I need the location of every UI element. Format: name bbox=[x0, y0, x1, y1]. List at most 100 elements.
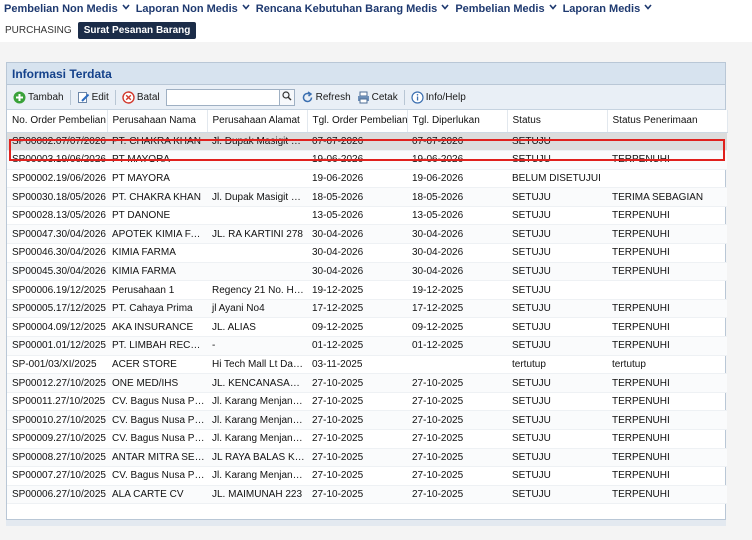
column-header-status[interactable]: Status bbox=[507, 110, 608, 133]
search-button[interactable] bbox=[279, 88, 295, 106]
cell-perusahaan-nama: CV. Bagus Nusa Pers... bbox=[107, 392, 207, 412]
cell-perusahaan-alamat: Jl. Dupak Masigit No... bbox=[207, 187, 307, 207]
cell-tgl-order: 01-12-2025 bbox=[307, 336, 407, 356]
table-row[interactable]: SP00045.30/04/2026 KIMIA FARMA 30-04-2026 3… bbox=[7, 262, 727, 282]
cell-status: SETUJU bbox=[507, 187, 607, 207]
add-label: Tambah bbox=[28, 91, 64, 103]
cell-no-order: SP00003.19/06/2026 bbox=[7, 150, 107, 170]
cell-status-penerimaan: TERPENUHI bbox=[607, 448, 727, 468]
cell-perusahaan-nama: KIMIA FARMA bbox=[107, 262, 207, 282]
menu-laporan-medis[interactable]: Laporan Medis bbox=[563, 3, 652, 15]
cell-tgl-order: 27-10-2025 bbox=[307, 373, 407, 393]
cell-tgl-diperlukan: 27-10-2025 bbox=[407, 466, 507, 486]
table-row[interactable]: SP00006.19/12/2025 Perusahaan 1 Regency 21… bbox=[7, 280, 727, 300]
table-row[interactable]: SP00030.18/05/2026 PT. CHAKRA KHAN Jl. Dup… bbox=[7, 187, 727, 207]
cell-no-order: SP00030.18/05/2026 bbox=[7, 187, 107, 207]
table-row[interactable]: SP00010.27/10/2025 CV. Bagus Nusa Pers...… bbox=[7, 410, 727, 430]
table-row[interactable]: SP00004.09/12/2025 AKA INSURANCE JL. ALIAS… bbox=[7, 317, 727, 338]
table-row[interactable]: SP00005.17/12/2025 PT. Cahaya Prima jl Aya… bbox=[7, 299, 727, 319]
tab-surat-pesanan-barang[interactable]: Surat Pesanan Barang bbox=[77, 21, 197, 39]
table-row[interactable]: SP00046.30/04/2026 KIMIA FARMA 30-04-2026 3… bbox=[7, 243, 727, 263]
cell-status-penerimaan bbox=[607, 280, 727, 300]
edit-button[interactable]: Edit bbox=[77, 91, 109, 104]
table-row[interactable]: SP00002.07/07/2026 PT. CHAKRA KHAN Jl. Dup… bbox=[7, 132, 727, 152]
cancel-button[interactable]: Batal bbox=[122, 90, 160, 104]
cell-perusahaan-alamat: JL. MAIMUNAH 223 bbox=[207, 485, 307, 505]
cell-status-penerimaan: TERPENUHI bbox=[607, 262, 727, 282]
cell-status-penerimaan bbox=[607, 169, 727, 189]
cell-perusahaan-nama: PT. CHAKRA KHAN bbox=[107, 187, 207, 207]
column-header-tgl-diperlukan[interactable]: Tgl. Diperlukan bbox=[407, 110, 508, 133]
cell-no-order: SP00010.27/10/2025 bbox=[7, 410, 107, 430]
print-button[interactable]: Cetak bbox=[357, 91, 398, 104]
column-header-no-order[interactable]: No. Order Pembelian bbox=[7, 110, 108, 133]
add-button[interactable]: Tambah bbox=[13, 91, 64, 104]
table-body: SP00002.07/07/2026 PT. CHAKRA KHAN Jl. Dup… bbox=[7, 132, 727, 505]
column-header-perusahaan-alamat[interactable]: Perusahaan Alamat bbox=[207, 110, 308, 133]
cell-no-order: SP00004.09/12/2025 bbox=[7, 317, 107, 338]
cell-tgl-diperlukan: 18-05-2026 bbox=[407, 187, 507, 207]
table-row[interactable]: SP00009.27/10/2025 CV. Bagus Nusa Pers...… bbox=[7, 429, 727, 449]
breadcrumb-purchasing[interactable]: PURCHASING bbox=[5, 25, 72, 36]
menu-rencana-kebutuhan-barang-medis[interactable]: Rencana Kebutuhan Barang Medis bbox=[256, 3, 449, 15]
cell-status-penerimaan: TERPENUHI bbox=[607, 206, 727, 226]
search-input[interactable] bbox=[165, 88, 280, 106]
table-row[interactable]: SP00047.30/04/2026APOTEK KIMIA FARMAJL. … bbox=[7, 224, 727, 245]
cell-perusahaan-nama: PT MAYORA bbox=[107, 169, 207, 189]
cell-status: tertutup bbox=[507, 355, 607, 375]
table-row[interactable]: SP00006.27/10/2025 ALA CARTE CV JL. MAIMUN… bbox=[7, 485, 727, 505]
cell-perusahaan-nama: ANTAR MITRA SEMB... bbox=[107, 448, 207, 468]
cell-perusahaan-alamat: Jl. Dupak Masigit No... bbox=[207, 132, 307, 152]
cell-tgl-diperlukan: 27-10-2025 bbox=[407, 373, 507, 393]
cell-perusahaan-nama: ALA CARTE CV bbox=[107, 485, 207, 505]
cell-perusahaan-nama: Perusahaan 1 bbox=[107, 280, 207, 300]
menu-laporan-non-medis[interactable]: Laporan Non Medis bbox=[136, 3, 250, 15]
column-header-status-penerimaan[interactable]: Status Penerimaan bbox=[607, 110, 728, 133]
table-row[interactable]: SP00028.13/05/2026 PT DANONE 13-05-2026 13-… bbox=[7, 206, 727, 226]
cell-perusahaan-nama: KIMIA FARMA bbox=[107, 243, 207, 263]
cell-status-penerimaan: TERPENUHI bbox=[607, 466, 727, 486]
search-box bbox=[165, 88, 295, 106]
pager-strip bbox=[6, 520, 726, 526]
table-row[interactable]: SP00008.27/10/2025ANTAR MITRA SEMB...JL … bbox=[7, 448, 727, 468]
table-row[interactable]: SP00011.27/10/2025 CV. Bagus Nusa Pers...… bbox=[7, 392, 727, 412]
cell-perusahaan-nama: AKA INSURANCE bbox=[107, 317, 207, 338]
table-header-row: No. Order Pembelian Perusahaan Nama Peru… bbox=[7, 110, 728, 133]
cell-tgl-diperlukan bbox=[407, 355, 507, 375]
cell-tgl-order: 19-06-2026 bbox=[307, 150, 407, 170]
cell-no-order: SP00047.30/04/2026 bbox=[7, 224, 107, 245]
cell-status: SETUJU bbox=[507, 262, 607, 282]
chevron-down-icon bbox=[441, 3, 449, 11]
table-row[interactable]: SP00007.27/10/2025 CV. Bagus Nusa Pers...… bbox=[7, 466, 727, 486]
toolbar-divider bbox=[114, 89, 116, 105]
cell-status-penerimaan: TERPENUHI bbox=[607, 392, 727, 412]
menu-label: Laporan Medis bbox=[562, 3, 641, 15]
cell-status: SETUJU bbox=[507, 429, 607, 449]
menu-pembelian-non-medis[interactable]: Pembelian Non Medis bbox=[4, 3, 130, 15]
refresh-button[interactable]: Refresh bbox=[301, 90, 351, 104]
table-row[interactable]: SP00012.27/10/2025 ONE MED/IHS JL. KENCANA… bbox=[7, 373, 727, 393]
table-row[interactable]: SP-001/03/XI/2025 ACER STORE Hi Tech Mall … bbox=[7, 355, 727, 375]
cell-perusahaan-alamat bbox=[207, 206, 307, 226]
info-help-label: Info/Help bbox=[425, 91, 466, 103]
column-header-perusahaan-nama[interactable]: Perusahaan Nama bbox=[107, 110, 208, 133]
cell-tgl-diperlukan: 27-10-2025 bbox=[407, 485, 507, 505]
cell-perusahaan-alamat: JL RAYA BALAS KLU... bbox=[207, 448, 307, 468]
cell-perusahaan-nama: PT DANONE bbox=[107, 206, 207, 226]
cell-tgl-order: 13-05-2026 bbox=[307, 206, 407, 226]
cell-status-penerimaan: TERPENUHI bbox=[607, 429, 727, 449]
cell-tgl-diperlukan: 01-12-2025 bbox=[407, 336, 507, 356]
table-row[interactable]: SP00003.19/06/2026 PT MAYORA 19-06-2026 19-… bbox=[7, 150, 727, 170]
info-help-button[interactable]: Info/Help bbox=[411, 90, 466, 104]
cell-tgl-order: 27-10-2025 bbox=[307, 485, 407, 505]
cell-status: SETUJU bbox=[507, 206, 607, 226]
column-header-tgl-order[interactable]: Tgl. Order Pembelian bbox=[307, 110, 408, 133]
cell-status: SETUJU bbox=[507, 466, 607, 486]
cell-perusahaan-nama: PT MAYORA bbox=[107, 150, 207, 170]
menu-pembelian-medis[interactable]: Pembelian Medis bbox=[455, 3, 557, 15]
cell-tgl-order: 07-07-2026 bbox=[307, 132, 407, 152]
table-row[interactable]: SP00001.01/12/2025 PT. LIMBAH RECYCLE -01-… bbox=[7, 336, 727, 356]
table-row[interactable]: SP00002.19/06/2026 PT MAYORA 19-06-2026 19-… bbox=[7, 169, 727, 189]
cell-tgl-diperlukan: 30-04-2026 bbox=[407, 243, 507, 263]
cell-tgl-order: 17-12-2025 bbox=[307, 299, 407, 319]
